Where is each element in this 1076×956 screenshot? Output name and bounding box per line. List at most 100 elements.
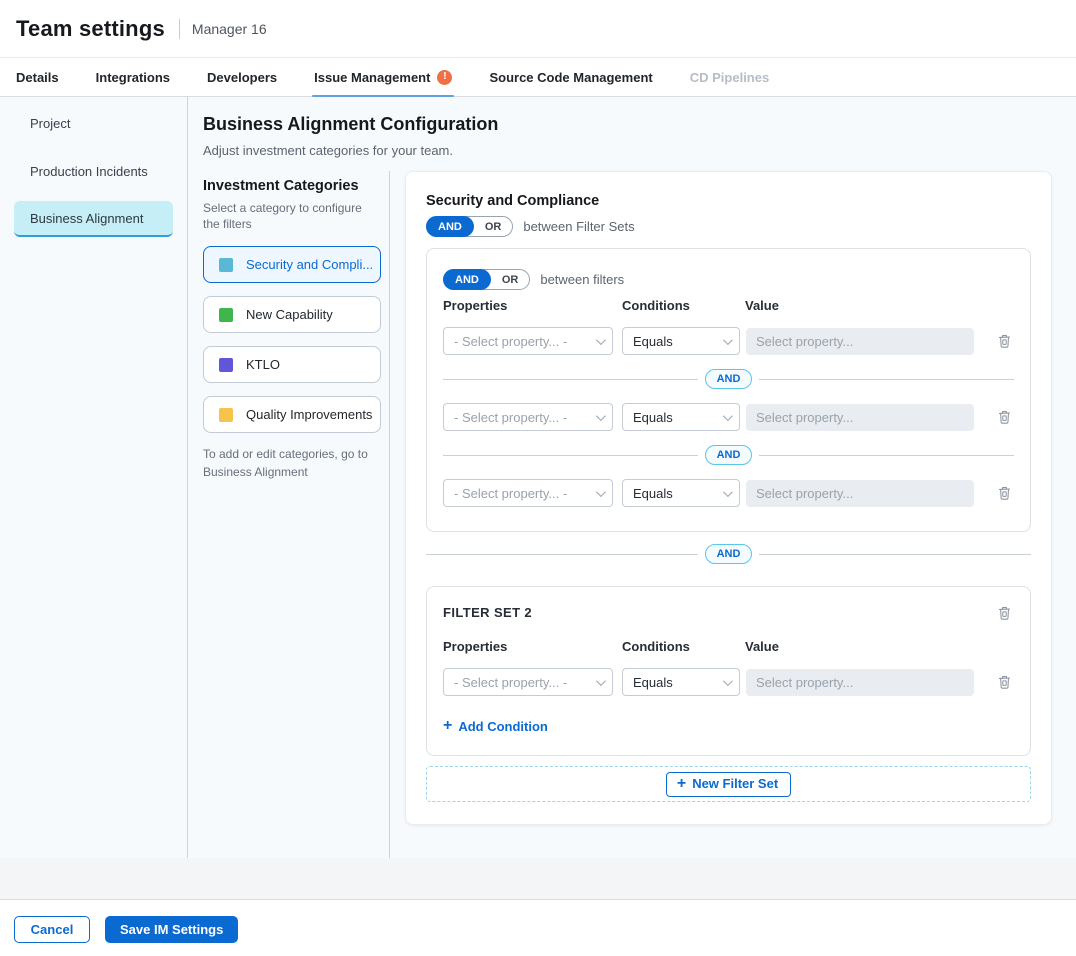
condition-select[interactable]: Equals <box>622 668 740 696</box>
trash-icon <box>997 333 1012 349</box>
filter-set-1: AND OR between filters Properties Condit… <box>426 248 1031 532</box>
tab-integrations[interactable]: Integrations <box>96 58 170 96</box>
category-color-swatch <box>219 308 233 322</box>
filters-and-or-toggle[interactable]: AND OR <box>443 269 530 290</box>
trash-icon <box>997 605 1012 621</box>
trash-icon <box>997 674 1012 690</box>
between-filter-sets-label: between Filter Sets <box>523 219 634 234</box>
property-select[interactable]: - Select property... - <box>443 327 613 355</box>
condition-select[interactable]: Equals <box>622 479 740 507</box>
value-input[interactable] <box>746 404 974 431</box>
delete-filter-button[interactable] <box>995 672 1014 692</box>
filter-set-2: FILTER SET 2 Properties Conditions Value… <box>426 586 1031 756</box>
tab-bar: Details Integrations Developers Issue Ma… <box>0 58 1076 97</box>
main-area: Business Alignment Configuration Adjust … <box>188 97 1076 858</box>
filter-row: - Select property... - Equals <box>443 668 1014 696</box>
category-button-new-capability[interactable]: New Capability <box>203 296 381 333</box>
property-select[interactable]: - Select property... - <box>443 403 613 431</box>
tab-details[interactable]: Details <box>16 58 59 96</box>
category-label: Quality Improvements <box>246 407 372 422</box>
category-color-swatch <box>219 358 233 372</box>
trash-icon <box>997 485 1012 501</box>
investment-categories-hint: Select a category to configure the filte… <box>203 200 379 232</box>
chevron-down-icon <box>596 676 606 686</box>
delete-filter-button[interactable] <box>995 407 1014 427</box>
new-filter-set-zone: + New Filter Set <box>426 766 1031 802</box>
column-header-properties: Properties <box>443 639 622 654</box>
condition-select[interactable]: Equals <box>622 327 740 355</box>
sidebar-item-project[interactable]: Project <box>14 105 173 141</box>
and-connector-pill: AND <box>705 445 753 465</box>
filter-panel: Security and Compliance AND OR between F… <box>405 171 1052 825</box>
tab-source-code-management[interactable]: Source Code Management <box>489 58 652 96</box>
value-input[interactable] <box>746 328 974 355</box>
save-button[interactable]: Save IM Settings <box>105 916 238 943</box>
tab-cd-pipelines: CD Pipelines <box>690 58 769 96</box>
footer: Cancel Save IM Settings <box>0 900 1076 956</box>
category-button-security-and-compliance[interactable]: Security and Compli... <box>203 246 381 283</box>
delete-filter-set-button[interactable] <box>995 603 1014 623</box>
chevron-down-icon <box>723 411 733 421</box>
toggle-and[interactable]: AND <box>426 216 474 237</box>
column-header-conditions: Conditions <box>622 639 745 654</box>
and-connector-pill: AND <box>705 544 753 564</box>
app-title: Team settings <box>16 16 165 42</box>
plus-icon: + <box>677 776 686 792</box>
sidebar-item-production-incidents[interactable]: Production Incidents <box>14 153 173 189</box>
page-title: Business Alignment Configuration <box>203 114 1052 135</box>
filter-row: - Select property... - Equals <box>443 479 1014 507</box>
between-filters-label: between filters <box>540 272 624 287</box>
column-header-value: Value <box>745 639 779 654</box>
and-connector-pill: AND <box>705 369 753 389</box>
property-select[interactable]: - Select property... - <box>443 668 613 696</box>
category-label: New Capability <box>246 307 333 322</box>
footer-strip <box>0 858 1076 900</box>
value-input[interactable] <box>746 480 974 507</box>
toggle-and[interactable]: AND <box>443 269 491 290</box>
chevron-down-icon <box>596 487 606 497</box>
category-label: Security and Compli... <box>246 257 373 272</box>
filter-row: - Select property... - Equals <box>443 327 1014 355</box>
category-button-quality-improvements[interactable]: Quality Improvements <box>203 396 381 433</box>
panel-title: Security and Compliance <box>426 193 1031 209</box>
and-connector: AND <box>443 369 1014 389</box>
warning-badge-icon: ! <box>437 70 452 85</box>
new-filter-set-button[interactable]: + New Filter Set <box>666 772 791 797</box>
investment-categories-column: Investment Categories Select a category … <box>203 171 390 858</box>
category-color-swatch <box>219 408 233 422</box>
trash-icon <box>997 409 1012 425</box>
between-sets-and-connector: AND <box>426 544 1031 564</box>
category-button-ktlo[interactable]: KTLO <box>203 346 381 383</box>
content-area: Project Production Incidents Business Al… <box>0 97 1076 858</box>
page-subtitle: Adjust investment categories for your te… <box>203 143 1052 158</box>
filter-sets-and-or-toggle[interactable]: AND OR <box>426 216 513 237</box>
filter-row: - Select property... - Equals <box>443 403 1014 431</box>
settings-side-nav: Project Production Incidents Business Al… <box>0 97 188 858</box>
value-input[interactable] <box>746 669 974 696</box>
tab-developers[interactable]: Developers <box>207 58 277 96</box>
chevron-down-icon <box>723 487 733 497</box>
toggle-or[interactable]: OR <box>491 274 530 286</box>
condition-select[interactable]: Equals <box>622 403 740 431</box>
investment-categories-title: Investment Categories <box>203 178 381 194</box>
category-label: KTLO <box>246 357 280 372</box>
sidebar-item-business-alignment[interactable]: Business Alignment <box>14 201 173 237</box>
column-header-conditions: Conditions <box>622 298 745 313</box>
property-select[interactable]: - Select property... - <box>443 479 613 507</box>
cancel-button[interactable]: Cancel <box>14 916 90 943</box>
app-header: Team settings Manager 16 <box>0 0 1076 58</box>
toggle-or[interactable]: OR <box>474 221 513 233</box>
title-separator <box>179 19 180 39</box>
chevron-down-icon <box>723 335 733 345</box>
delete-filter-button[interactable] <box>995 331 1014 351</box>
plus-icon: + <box>443 718 452 734</box>
delete-filter-button[interactable] <box>995 483 1014 503</box>
category-list: Security and Compli... New Capability KT… <box>203 246 381 433</box>
chevron-down-icon <box>723 676 733 686</box>
chevron-down-icon <box>596 411 606 421</box>
add-condition-button[interactable]: + Add Condition <box>443 718 548 734</box>
and-connector: AND <box>443 445 1014 465</box>
tab-issue-management[interactable]: Issue Management ! <box>314 58 452 96</box>
column-header-properties: Properties <box>443 298 622 313</box>
category-color-swatch <box>219 258 233 272</box>
